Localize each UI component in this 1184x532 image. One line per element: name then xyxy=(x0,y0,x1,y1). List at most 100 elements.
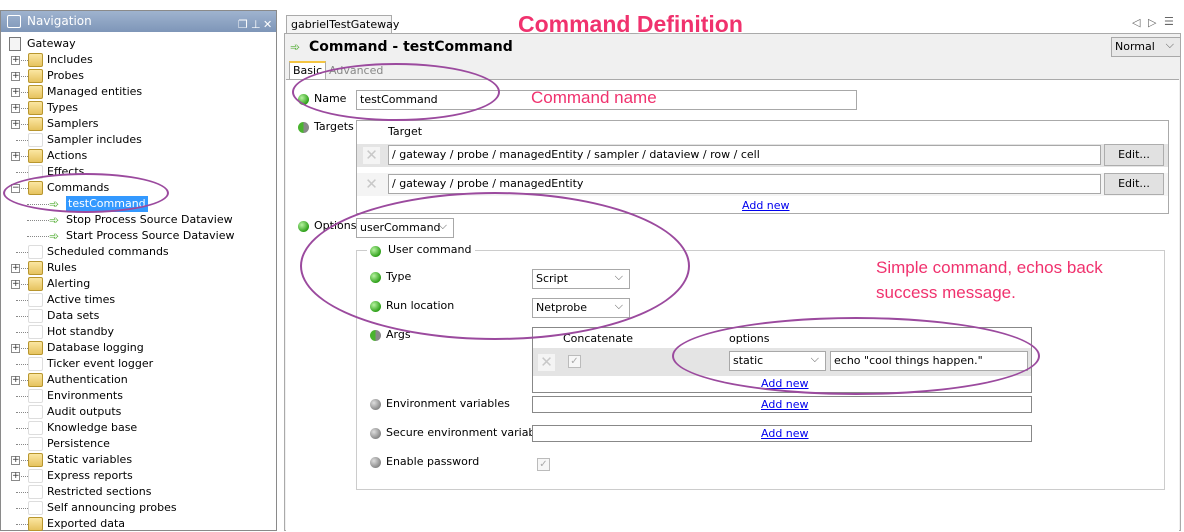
mode-select[interactable]: Normal xyxy=(1111,37,1181,57)
tree-label: Actions xyxy=(47,149,88,162)
target-input[interactable]: / gateway / probe / managedEntity / samp… xyxy=(388,145,1101,165)
tree-label: Managed entities xyxy=(47,85,143,98)
folder-icon xyxy=(28,405,43,419)
expand-icon[interactable]: + xyxy=(11,264,20,273)
tree-item[interactable]: + Static variables xyxy=(1,452,241,468)
enable-password-checkbox[interactable]: ✓ xyxy=(537,458,550,471)
tree-line xyxy=(16,428,28,429)
close-icon[interactable]: ✕ xyxy=(263,14,272,35)
expand-icon[interactable]: + xyxy=(11,88,20,97)
add-new-target-link[interactable]: Add new xyxy=(742,199,790,212)
scroll-right-icon[interactable]: ▷ xyxy=(1148,16,1156,29)
tree-item[interactable]: Data sets xyxy=(1,308,241,324)
tree-label: Includes xyxy=(47,53,93,66)
tree-item[interactable]: + Samplers xyxy=(1,116,241,132)
folder-icon xyxy=(28,469,43,483)
tab-gabriel-test-gateway[interactable]: gabrielTestGateway xyxy=(286,15,399,34)
gateway-icon xyxy=(9,37,21,51)
expand-icon[interactable]: + xyxy=(11,376,20,385)
tree-item[interactable]: + Alerting xyxy=(1,276,241,292)
scroll-left-icon[interactable]: ◁ xyxy=(1132,16,1140,29)
tree-label: Start Process Source Dataview xyxy=(66,229,235,242)
edit-button[interactable]: Edit... xyxy=(1104,173,1164,195)
folder-icon xyxy=(28,245,43,259)
add-new-secure-env-link[interactable]: Add new xyxy=(761,427,809,440)
table-row: ✕ / gateway / probe / managedEntity / sa… xyxy=(357,144,1168,167)
folder-icon xyxy=(28,421,43,435)
tree-label: Express reports xyxy=(47,469,133,482)
restore-icon[interactable]: ❐ xyxy=(238,14,248,35)
tree-item[interactable]: + Rules xyxy=(1,260,241,276)
tree-item[interactable]: + Types xyxy=(1,100,241,116)
folder-icon xyxy=(28,149,43,163)
tree-item[interactable]: Hot standby xyxy=(1,324,241,340)
tree-label: Static variables xyxy=(47,453,133,466)
tree-label: Alerting xyxy=(47,277,91,290)
edit-button[interactable]: Edit... xyxy=(1104,144,1164,166)
tree-label: Environments xyxy=(47,389,123,402)
tree-item[interactable]: + Authentication xyxy=(1,372,241,388)
target-input[interactable]: / gateway / probe / managedEntity xyxy=(388,174,1101,194)
tree-item[interactable]: Environments xyxy=(1,388,241,404)
tree-item[interactable]: Ticker event logger xyxy=(1,356,241,372)
tree-item[interactable]: + Managed entities xyxy=(1,84,241,100)
annotation-command-name: Command name xyxy=(531,88,657,107)
expand-icon[interactable]: + xyxy=(11,472,20,481)
expand-icon[interactable]: + xyxy=(11,152,20,161)
tree-item[interactable]: Self announcing probes xyxy=(1,500,241,516)
tree-item[interactable]: ➾ Start Process Source Dataview xyxy=(27,228,277,244)
tree-item[interactable]: + Express reports xyxy=(1,468,241,484)
tree-label: Exported data xyxy=(47,517,126,530)
tree-label: Self announcing probes xyxy=(47,501,177,514)
status-bullet xyxy=(370,399,381,410)
tree-item[interactable]: Persistence xyxy=(1,436,241,452)
delete-icon[interactable]: ✕ xyxy=(363,147,380,164)
tree-label: Audit outputs xyxy=(47,405,122,418)
tree-label: Database logging xyxy=(47,341,144,354)
tree-label: Knowledge base xyxy=(47,421,138,434)
expand-icon[interactable]: + xyxy=(11,280,20,289)
secure-env-box: Add new xyxy=(532,425,1032,442)
tree-item[interactable]: Sampler includes xyxy=(1,132,241,148)
tree-line xyxy=(27,236,49,237)
tree-item[interactable]: + Database logging xyxy=(1,340,241,356)
expand-icon[interactable]: + xyxy=(11,344,20,353)
tree-label: Ticker event logger xyxy=(47,357,154,370)
expand-icon[interactable]: + xyxy=(11,104,20,113)
env-vars-label: Environment variables xyxy=(386,397,510,410)
tree-item[interactable]: ➾ Stop Process Source Dataview xyxy=(27,212,277,228)
expand-icon[interactable]: + xyxy=(11,120,20,129)
tree-line xyxy=(16,140,28,141)
annotation-ellipse xyxy=(292,63,500,121)
delete-icon[interactable]: ✕ xyxy=(363,176,380,193)
expand-icon[interactable]: + xyxy=(11,56,20,65)
list-icon[interactable]: ☰ xyxy=(1164,15,1174,28)
delete-icon[interactable]: ✕ xyxy=(538,354,555,371)
expand-icon[interactable]: + xyxy=(11,72,20,81)
tree-label: Persistence xyxy=(47,437,110,450)
tree-line xyxy=(16,444,28,445)
pin-icon[interactable]: ⊥ xyxy=(251,14,261,35)
tree-item[interactable]: Scheduled commands xyxy=(1,244,241,260)
tree-label: Sampler includes xyxy=(47,133,142,146)
tree-item[interactable]: Active times xyxy=(1,292,241,308)
tree-line xyxy=(16,396,28,397)
tree-item[interactable]: + Includes xyxy=(1,52,241,68)
expand-icon[interactable]: + xyxy=(11,456,20,465)
add-new-env-link[interactable]: Add new xyxy=(761,398,809,411)
tree-item[interactable]: Knowledge base xyxy=(1,420,241,436)
concatenate-checkbox[interactable]: ✓ xyxy=(568,355,581,368)
tree-item[interactable]: + Actions xyxy=(1,148,241,164)
folder-icon xyxy=(28,85,43,99)
targets-label: Targets xyxy=(314,120,354,133)
env-vars-box: Add new xyxy=(532,396,1032,413)
folder-icon xyxy=(28,309,43,323)
tree-label: Stop Process Source Dataview xyxy=(66,213,233,226)
tree-item[interactable]: + Probes xyxy=(1,68,241,84)
folder-icon xyxy=(28,133,43,147)
tree-item[interactable]: Exported data xyxy=(1,516,241,532)
tree-line xyxy=(16,508,28,509)
tree-label: Restricted sections xyxy=(47,485,152,498)
tree-item[interactable]: Restricted sections xyxy=(1,484,241,500)
tree-item[interactable]: Audit outputs xyxy=(1,404,241,420)
